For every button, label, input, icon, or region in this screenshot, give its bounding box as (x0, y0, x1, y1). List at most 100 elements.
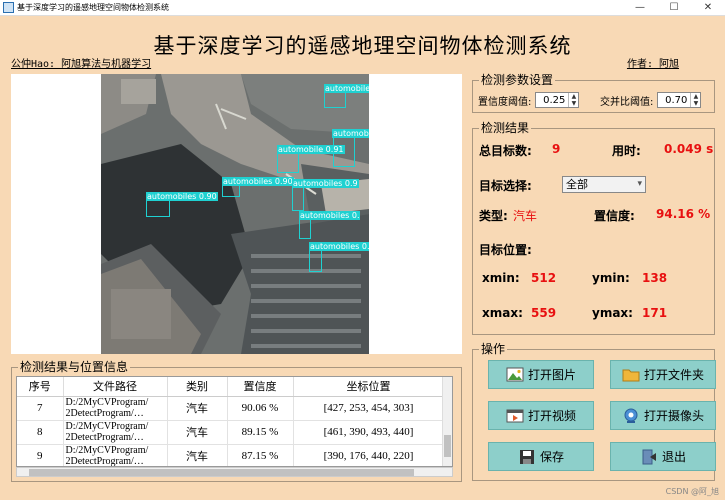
maximize-button[interactable]: ☐ (657, 0, 691, 16)
file-path-cell: D:/2MyCVProgram/2DetectProgram/… (63, 396, 168, 421)
file-path-line: D:/2MyCVProgram/ (65, 397, 149, 408)
iou-threshold-value: 0.70 (665, 94, 688, 106)
image-icon (506, 367, 524, 383)
subtitle-left: 公仲Hao: 阿旭算法与机器学习 (11, 59, 152, 70)
vertical-scrollbar[interactable] (442, 377, 452, 466)
column-header[interactable]: 置信度 (227, 377, 294, 397)
confidence-threshold-row: 置信度阈值: 0.25 ▲ ▼ (478, 92, 580, 108)
iou-threshold-row: 交并比阈值: 0.70 ▲ ▼ (600, 92, 702, 108)
target-select-value: 全部 (566, 178, 588, 191)
open-camera-button[interactable]: 打开摄像头 (610, 401, 716, 430)
detection-label: automobiles 0. (299, 211, 361, 220)
confidence-cell: 87.15 % (227, 444, 294, 466)
detection-label: automobiles 0.9 (292, 179, 359, 188)
webcam-icon (622, 408, 640, 424)
save-button[interactable]: 保存 (488, 442, 594, 471)
time-label: 用时: (612, 144, 641, 158)
exit-label: 退出 (661, 450, 686, 464)
target-select-label: 目标选择: (479, 179, 532, 193)
spin-arrows-icon[interactable]: ▲ ▼ (568, 93, 578, 107)
window-title: 基于深度学习的遥感地理空间物体检测系统 (17, 3, 169, 12)
file-path-line: D:/2MyCVProgram/ (65, 421, 149, 432)
detection-label: automobiles 0.90 (146, 192, 218, 201)
detection-label: automobiles 0. (309, 242, 369, 251)
minimize-button[interactable]: — (623, 0, 657, 16)
ymin-label: ymin: (592, 271, 630, 285)
horizontal-scrollbar[interactable] (16, 467, 453, 477)
table-row[interactable]: 8 D:/2MyCVProgram/2DetectProgram/… 汽车 89… (17, 420, 445, 445)
ymin-value: 138 (642, 271, 668, 285)
row-number: 9 (17, 444, 64, 466)
class-cell: 汽车 (167, 396, 228, 421)
exit-icon (640, 449, 658, 465)
column-header[interactable]: 坐标位置 (293, 377, 445, 397)
column-header[interactable]: 序号 (17, 377, 64, 397)
table-row[interactable]: 7 D:/2MyCVProgram/2DetectProgram/… 汽车 90… (17, 396, 445, 421)
class-cell: 汽车 (167, 444, 228, 466)
scrollbar-thumb[interactable] (444, 435, 451, 457)
coords-cell: [427, 253, 454, 303] (293, 396, 445, 421)
open-video-label: 打开视频 (527, 409, 576, 423)
row-number: 7 (17, 396, 64, 421)
exit-button[interactable]: 退出 (610, 442, 716, 471)
table-row[interactable]: 9 D:/2MyCVProgram/2DetectProgram/… 汽车 87… (17, 444, 445, 467)
results-table[interactable]: 序号 文件路径 类别 置信度 坐标位置 7 D:/2MyCVProgram/2D… (16, 376, 453, 467)
detection-label: automobile 0.91 (277, 145, 345, 154)
ymax-label: ymax: (592, 306, 633, 320)
detection-box (222, 185, 240, 197)
confidence-label: 置信度: (594, 209, 635, 223)
type-label: 类型: (479, 209, 508, 223)
confidence-threshold-spinbox[interactable]: 0.25 ▲ ▼ (535, 92, 580, 108)
folder-icon (622, 367, 640, 383)
author-label: 作者: 阿旭 (626, 59, 679, 70)
open-image-label: 打开图片 (527, 368, 576, 382)
detection-box (292, 187, 304, 211)
column-header[interactable]: 文件路径 (63, 377, 168, 397)
coords-cell: [461, 390, 493, 440] (293, 420, 445, 445)
detection-label: automobiles 0. (324, 84, 369, 93)
detection-box (277, 153, 299, 173)
file-path-cell: D:/2MyCVProgram/2DetectProgram/… (63, 444, 168, 467)
video-icon (506, 408, 524, 424)
confidence-value: 94.16 % (656, 207, 711, 221)
save-icon (518, 449, 536, 465)
row-number: 8 (17, 420, 64, 445)
confidence-cell: 90.06 % (227, 396, 294, 421)
table-header-row: 序号 文件路径 类别 置信度 坐标位置 (17, 377, 445, 397)
file-path-cell: D:/2MyCVProgram/2DetectProgram/… (63, 420, 168, 445)
open-folder-label: 打开文件夹 (643, 368, 704, 382)
total-targets-value: 9 (552, 142, 561, 156)
open-folder-button[interactable]: 打开文件夹 (610, 360, 716, 389)
coords-cell: [390, 176, 440, 220] (293, 444, 445, 466)
xmin-label: xmin: (482, 271, 520, 285)
aerial-image: automobiles 0. automobiles 0. automobile… (101, 74, 369, 354)
xmin-value: 512 (531, 271, 557, 285)
window-titlebar: 基于深度学习的遥感地理空间物体检测系统 — ☐ ✕ (0, 0, 725, 16)
class-cell: 汽车 (167, 420, 228, 445)
detection-box (146, 200, 170, 217)
column-header[interactable]: 类别 (167, 377, 228, 397)
chevron-down-icon: ▾ (637, 179, 642, 189)
detection-label: automobiles 0. (332, 129, 369, 138)
spin-arrows-icon[interactable]: ▲ ▼ (690, 93, 700, 107)
params-title: 检测参数设置 (479, 72, 556, 88)
detection-box (299, 219, 311, 239)
scrollbar-thumb[interactable] (29, 469, 414, 476)
results-group: 检测结果 (472, 120, 715, 335)
iou-threshold-spinbox[interactable]: 0.70 ▲ ▼ (657, 92, 702, 108)
operations-title: 操作 (479, 341, 508, 357)
open-video-button[interactable]: 打开视频 (488, 401, 594, 430)
xmax-value: 559 (531, 306, 557, 320)
open-image-button[interactable]: 打开图片 (488, 360, 594, 389)
type-value: 汽车 (513, 209, 538, 223)
watermark: CSDN @阿_旭 (665, 487, 719, 496)
iou-threshold-label: 交并比阈值: (600, 96, 654, 108)
confidence-threshold-value: 0.25 (543, 94, 566, 106)
file-path-line: 2DetectProgram/… (65, 456, 144, 467)
total-targets-label: 总目标数: (479, 144, 532, 158)
results-title: 检测结果 (479, 120, 532, 136)
detection-box (309, 250, 322, 272)
target-select-dropdown[interactable]: 全部 ▾ (562, 176, 646, 193)
file-path-line: 2DetectProgram/… (65, 408, 144, 419)
close-button[interactable]: ✕ (691, 0, 725, 16)
